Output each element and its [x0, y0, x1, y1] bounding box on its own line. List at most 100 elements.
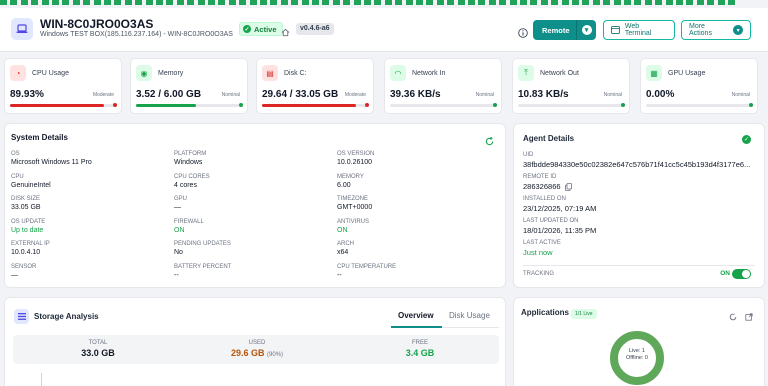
system-detail-item: CPU GenuineIntel: [11, 174, 51, 189]
system-detail-item: OS UPDATE Up to date: [11, 219, 45, 234]
version-badge: v0.4.6-a6: [296, 23, 334, 35]
uid-value: 38fbdde984330e50c02382e647c576b71f41cc5c…: [523, 160, 751, 169]
panel-title: Agent Details: [523, 134, 575, 143]
status-strip-segment: [83, 0, 91, 5]
installed-label: INSTALLED ON: [523, 196, 566, 202]
metric-indicator-dot: [365, 103, 369, 107]
metric-value: 29.64 / 33.05 GB: [262, 89, 339, 100]
system-detail-item: OS Microsoft Windows 11 Pro: [11, 151, 92, 166]
system-detail-item: ANTIVIRUS ON: [337, 219, 369, 234]
status-strip-segment: [665, 0, 673, 5]
active-tab-indicator: [391, 326, 442, 328]
detail-label: ARCH: [337, 241, 355, 247]
status-strip-segment: [156, 0, 163, 5]
status-strip-segment: [301, 0, 309, 5]
detail-label: CPU TEMPERATURE: [337, 263, 397, 270]
detail-value: ON: [337, 226, 348, 234]
detail-label: CPU: [11, 173, 24, 180]
status-strip-segment: [416, 0, 423, 5]
used-label: USED: [248, 340, 266, 346]
last-active-label: LAST ACTIVE: [523, 240, 561, 246]
copy-icon[interactable]: [564, 182, 572, 191]
top-status-strip: [0, 0, 768, 6]
metric-status: Nominal: [603, 92, 622, 98]
remote-dropdown[interactable]: ▾: [576, 20, 596, 40]
status-strip-segment: [509, 0, 517, 5]
detail-label: CPU CORES: [174, 173, 210, 180]
metric-value: 89.93%: [10, 89, 44, 100]
device-subtitle: Windows TEST BOX(185.116.237.164) - WIN-…: [40, 31, 233, 38]
status-strip-segment: [260, 0, 267, 5]
refresh-icon[interactable]: [729, 308, 737, 326]
remote-id-value: 286326866: [523, 182, 561, 191]
metric-progress-fill: [136, 104, 197, 107]
more-actions-button[interactable]: More Actions ▾: [681, 20, 751, 40]
metric-card: ▦ GPU Usage 0.00% Nominal: [640, 58, 758, 114]
web-terminal-button[interactable]: Web Terminal: [603, 20, 675, 40]
chart-axis: [41, 373, 42, 386]
detail-value: 6.00: [337, 181, 351, 189]
tab-overview[interactable]: Overview: [398, 311, 434, 320]
tracking-toggle[interactable]: [732, 269, 751, 279]
status-strip-segment: [166, 0, 174, 5]
system-detail-item: PENDING UPDATES No: [174, 241, 231, 256]
status-strip-segment: [436, 0, 444, 5]
detail-label: OS VERSION: [337, 151, 375, 157]
tab-disk-usage[interactable]: Disk Usage: [449, 311, 490, 320]
detail-value: —: [174, 204, 181, 211]
check-circle-icon: ✓: [742, 135, 751, 144]
metric-label: CPU Usage: [32, 70, 69, 77]
status-strip-segment: [62, 0, 70, 5]
status-strip-segment: [686, 0, 694, 5]
metric-progress-fill: [262, 104, 356, 107]
panel-title: Storage Analysis: [34, 312, 99, 321]
detail-value: --: [174, 271, 179, 279]
status-strip-segment: [114, 0, 122, 5]
detail-label: PLATFORM: [174, 151, 207, 157]
detail-value: ON: [174, 226, 185, 234]
system-detail-item: EXTERNAL IP 10.0.4.10: [11, 241, 50, 256]
status-strip-segment: [603, 0, 611, 5]
status-strip-segment: [572, 0, 579, 5]
status-strip-segment: [426, 0, 434, 5]
system-detail-item: ARCH x64: [337, 241, 354, 256]
status-strip-segment: [551, 0, 559, 5]
external-link-icon[interactable]: [745, 308, 753, 326]
metric-card: ◔ CPU Usage 89.93% Moderate: [4, 58, 122, 114]
total-value: 33.0 GB: [81, 348, 115, 358]
metric-progress: [262, 104, 366, 107]
remote-button[interactable]: Remote ▾: [533, 20, 596, 40]
metric-status: Moderate: [344, 92, 366, 98]
list-icon: [14, 309, 29, 324]
status-strip-segment: [249, 0, 257, 5]
applications-panel: Applications 1/1 Live Live: 1 Offline: 0: [513, 297, 765, 386]
chevron-down-icon: ▾: [581, 25, 592, 35]
status-strip-segment: [312, 0, 319, 5]
more-actions-label: More Actions: [689, 23, 712, 37]
detail-label: FIREWALL: [174, 218, 204, 225]
refresh-icon[interactable]: [485, 133, 494, 151]
metric-card: ◉ Memory 3.52 / 6.00 GB Nominal: [130, 58, 248, 114]
system-detail-item: FIREWALL ON: [174, 219, 204, 234]
info-icon[interactable]: [518, 25, 528, 43]
storage-summary: TOTAL 33.0 GB USED 29.6 GB (90%) FREE 3.…: [13, 335, 499, 364]
wifi-icon: ◠: [390, 65, 406, 81]
panel-title: Applications: [521, 308, 570, 317]
status-strip-segment: [187, 0, 195, 5]
metric-indicator-dot: [621, 103, 625, 107]
detail-label: SENSOR: [11, 263, 37, 270]
status-strip-segment: [520, 0, 527, 5]
metric-card: ◠ Network In 39.36 KB/s Nominal: [384, 58, 502, 114]
status-strip-segment: [135, 0, 143, 5]
metric-card: ▤ Disk C: 29.64 / 33.05 GB Moderate: [256, 58, 374, 114]
detail-value: 10.0.4.10: [11, 249, 41, 256]
home-icon[interactable]: [281, 24, 290, 42]
status-strip-segment: [41, 0, 49, 5]
metric-label: Disk C:: [284, 70, 307, 77]
status-strip-segment: [0, 0, 7, 5]
status-strip-segment: [488, 0, 496, 5]
status-strip-segment: [343, 0, 351, 5]
status-strip-segment: [696, 0, 704, 5]
detail-value: --: [337, 271, 342, 279]
metric-value: 10.83 KB/s: [518, 89, 569, 100]
